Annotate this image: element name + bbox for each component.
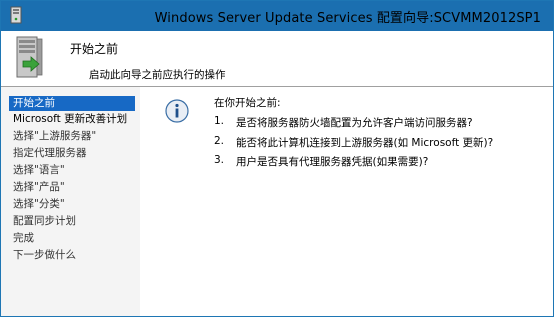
sidebar-item-classifications[interactable]: 选择"分类" xyxy=(13,197,65,212)
content-heading: 在你开始之前: xyxy=(214,97,281,109)
sidebar-item-finished[interactable]: 完成 xyxy=(13,231,34,246)
question-text: 用户是否具有代理服务器凭据(如果需要)? xyxy=(236,156,429,168)
sidebar-item-sync-schedule[interactable]: 配置同步计划 xyxy=(13,214,76,229)
info-icon xyxy=(165,99,189,123)
sidebar-item-upstream-server[interactable]: 选择"上游服务器" xyxy=(13,129,96,144)
sidebar-item-products[interactable]: 选择"产品" xyxy=(13,180,65,195)
title-bar[interactable]: Windows Server Update Services 配置向导:SCVM… xyxy=(1,1,553,31)
question-number: 3. xyxy=(214,154,225,166)
question-number: 1. xyxy=(214,115,225,127)
page-title: 开始之前 xyxy=(70,42,119,56)
wizard-content: 在你开始之前: 1. 是否将服务器防火墙配置为允许客户端访问服务器? 2. 能否… xyxy=(148,87,553,316)
wizard-header: 开始之前 启动此向导之前应执行的操作 xyxy=(1,31,553,86)
wizard-window: Windows Server Update Services 配置向导:SCVM… xyxy=(0,0,554,317)
window-title: Windows Server Update Services 配置向导:SCVM… xyxy=(154,11,541,26)
sidebar-item-languages[interactable]: 选择"语言" xyxy=(13,163,65,178)
server-arrow-icon xyxy=(16,36,43,78)
question-text: 是否将服务器防火墙配置为允许客户端访问服务器? xyxy=(236,117,473,129)
sidebar-item-proxy-server[interactable]: 指定代理服务器 xyxy=(13,146,87,161)
sidebar-item-improvement-program[interactable]: Microsoft 更新改善计划 xyxy=(13,112,127,127)
sidebar-item-whats-next[interactable]: 下一步做什么 xyxy=(13,248,76,263)
question-text: 能否将此计算机连接到上游服务器(如 Microsoft 更新)? xyxy=(236,137,494,149)
page-subtitle: 启动此向导之前应执行的操作 xyxy=(89,69,226,81)
sidebar-item-before-you-begin[interactable]: 开始之前 xyxy=(9,96,135,111)
wizard-steps-sidebar: 开始之前 Microsoft 更新改善计划 选择"上游服务器" 指定代理服务器 … xyxy=(1,87,140,316)
question-number: 2. xyxy=(214,135,225,147)
